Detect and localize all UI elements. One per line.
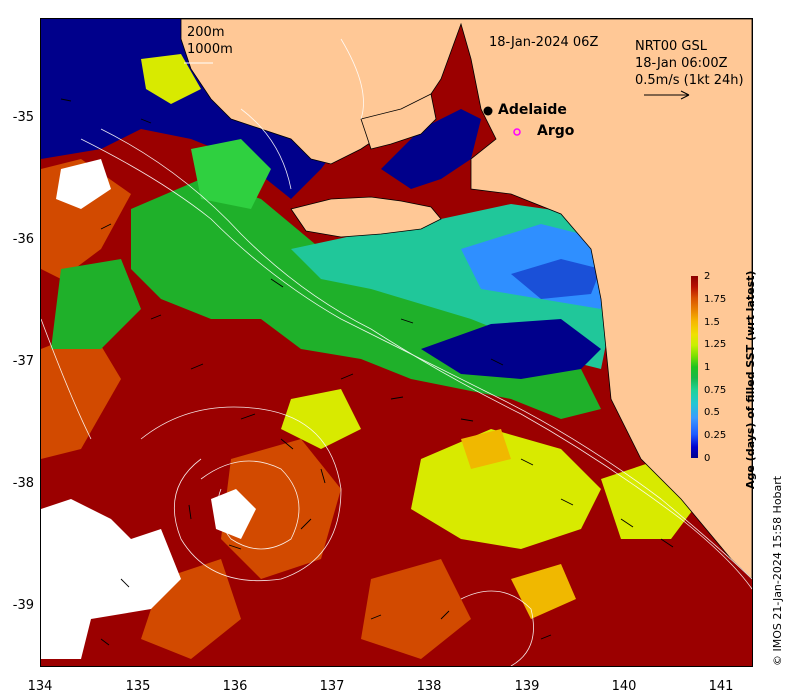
lat-tick-label: -39 <box>12 598 34 613</box>
colorbar-gradient <box>691 276 698 458</box>
colorbar-tick: 1.25 <box>704 339 727 350</box>
lon-tick-label: 134 <box>27 679 53 694</box>
map-panel[interactable]: 200m 1000m 18-Jan-2024 06Z NRT00 GSL 18-… <box>40 18 753 667</box>
lon-tick-label: 135 <box>125 679 151 694</box>
map-date-title: 18-Jan-2024 06Z <box>489 35 599 50</box>
lon-tick-label: 140 <box>611 679 637 694</box>
colorbar-tick: 2 <box>704 271 711 282</box>
lon-tick-label: 138 <box>416 679 442 694</box>
lon-tick-label: 136 <box>222 679 248 694</box>
lat-tick-label: -38 <box>12 476 34 491</box>
lat-tick-label: -36 <box>12 232 34 247</box>
isobath-label-200m: 200m <box>187 25 225 40</box>
lat-tick-label: -35 <box>12 110 34 125</box>
lon-tick-label: 141 <box>708 679 734 694</box>
isobath-label-1000m: 1000m <box>187 42 233 57</box>
product-time: 18-Jan 06:00Z <box>635 56 728 71</box>
colorbar-tick: 1 <box>704 362 711 373</box>
colorbar-tick: 0.25 <box>704 430 727 441</box>
credit-text: © IMOS 21-Jan-2024 15:58 Hobart <box>771 475 784 666</box>
product-name: NRT00 GSL <box>635 39 707 54</box>
adelaide-label: Adelaide <box>498 102 567 118</box>
colorbar-tick: 0.5 <box>704 407 720 418</box>
colorbar-tick: 1.5 <box>704 317 720 328</box>
vector-scale-label: 0.5m/s (1kt 24h) <box>635 73 744 88</box>
argo-label: Argo <box>537 123 575 139</box>
colorbar-tick: 0.75 <box>704 385 727 396</box>
adelaide-marker[interactable] <box>483 106 493 116</box>
sst-age-map <box>41 19 752 666</box>
colorbar-tick: 1.75 <box>704 294 727 305</box>
lat-tick-label: -37 <box>12 354 34 369</box>
colorbar-title: Age (days) of filled SST (wrt latest) <box>744 270 757 489</box>
colorbar-tick: 0 <box>704 453 711 464</box>
lon-tick-label: 137 <box>319 679 345 694</box>
lon-tick-label: 139 <box>514 679 540 694</box>
